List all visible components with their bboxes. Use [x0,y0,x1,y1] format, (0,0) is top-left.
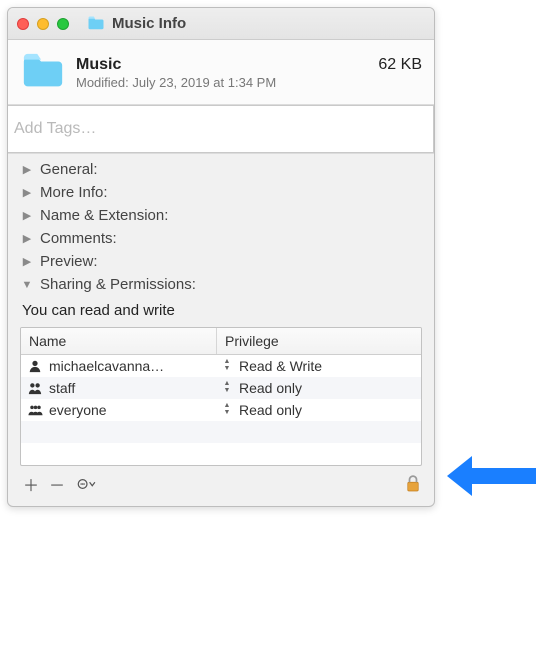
chevron-right-icon: ▶ [20,163,34,177]
minimize-window-button[interactable] [37,18,49,30]
table-row-empty [21,443,421,465]
chevron-right-icon: ▶ [20,186,34,200]
tags-input[interactable] [8,105,434,153]
chevron-right-icon: ▶ [20,232,34,246]
info-window: Music Info Music 62 KB Modified: July 23… [7,7,435,507]
table-row[interactable]: michaelcavanna… ▲▼ Read & Write [21,355,421,377]
close-window-button[interactable] [17,18,29,30]
section-name-extension[interactable]: ▶ Name & Extension: [8,204,434,227]
privilege-menu[interactable]: Read only [239,402,302,418]
privilege-menu[interactable]: Read only [239,380,302,396]
table-row-empty [21,421,421,443]
permissions-footer: ＋ － [8,470,434,502]
chevron-down-icon: ▼ [20,278,34,292]
user-name: everyone [49,402,107,418]
section-more-info[interactable]: ▶ More Info: [8,181,434,204]
action-menu-button[interactable] [72,474,102,494]
user-name: staff [49,380,75,396]
zoom-window-button[interactable] [57,18,69,30]
file-name: Music [76,56,121,74]
permissions-table: Name Privilege michaelcavanna… ▲▼ Read &… [20,327,422,466]
remove-user-button[interactable]: － [46,474,68,494]
table-row[interactable]: everyone ▲▼ Read only [21,399,421,421]
traffic-lights [17,18,69,30]
section-label: General: [40,161,98,178]
section-sharing-permissions[interactable]: ▼ Sharing & Permissions: [8,273,434,296]
file-header: Music 62 KB Modified: July 23, 2019 at 1… [8,40,434,105]
callout-arrow-icon [442,451,542,504]
titlebar: Music Info [8,8,434,40]
privilege-menu[interactable]: Read & Write [239,358,322,374]
group-icon [27,402,43,418]
section-label: Name & Extension: [40,207,168,224]
column-header-name[interactable]: Name [21,328,217,354]
section-general[interactable]: ▶ General: [8,158,434,181]
person-icon [27,358,43,374]
section-label: Sharing & Permissions: [40,276,196,293]
stepper-icon[interactable]: ▲▼ [221,358,233,374]
section-label: Preview: [40,253,98,270]
section-preview[interactable]: ▶ Preview: [8,250,434,273]
user-name: michaelcavanna… [49,358,164,374]
section-label: Comments: [40,230,117,247]
stepper-icon[interactable]: ▲▼ [221,380,233,396]
folder-icon [87,15,105,33]
chevron-right-icon: ▶ [20,255,34,269]
lock-icon[interactable] [404,475,422,493]
table-row[interactable]: staff ▲▼ Read only [21,377,421,399]
file-size: 62 KB [378,56,422,74]
add-user-button[interactable]: ＋ [20,474,42,494]
modified-date: Modified: July 23, 2019 at 1:34 PM [76,75,422,90]
people-icon [27,380,43,396]
chevron-right-icon: ▶ [20,209,34,223]
window-title: Music Info [112,15,186,32]
permissions-note: You can read and write [22,302,434,319]
section-label: More Info: [40,184,108,201]
stepper-icon[interactable]: ▲▼ [221,402,233,418]
folder-icon [20,50,66,96]
section-comments[interactable]: ▶ Comments: [8,227,434,250]
column-header-privilege[interactable]: Privilege [217,328,421,354]
